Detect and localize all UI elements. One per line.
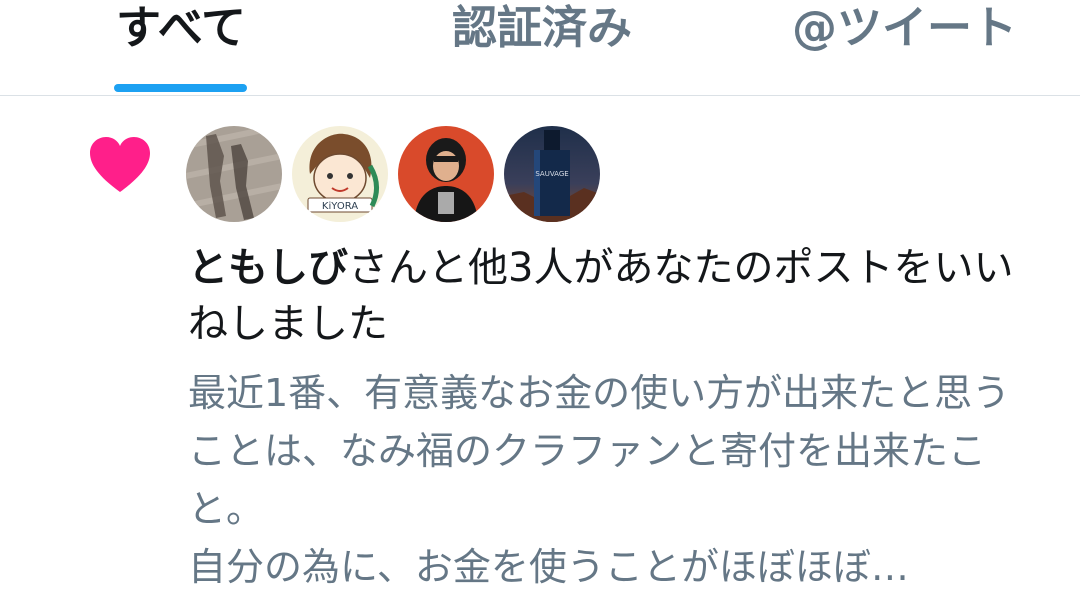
tab-all-label: すべて: [116, 1, 247, 54]
avatar-person-photo[interactable]: [398, 126, 494, 222]
person-photo-avatar-icon: [398, 126, 494, 222]
heart-icon: [90, 137, 150, 192]
notification-item[interactable]: KiYORA SAUVAGE ともしびさんと他3人があなたのポストをいいねしまし…: [0, 96, 1080, 598]
avatar-illustrated-face[interactable]: KiYORA: [292, 126, 388, 222]
perfume-bottle-avatar-icon: SAUVAGE: [504, 126, 600, 222]
tab-all[interactable]: すべて: [114, 0, 247, 95]
tab-verified[interactable]: 認証済み: [450, 0, 633, 95]
post-snippet[interactable]: 最近1番、有意義なお金の使い方が出来たと思うことは、なみ福のクラファンと寄付を出…: [188, 364, 1048, 596]
illustrated-face-avatar-icon: KiYORA: [292, 126, 388, 222]
tab-mentions-label: @ツイート: [792, 1, 1018, 54]
kiyora-label: KiYORA: [322, 201, 358, 212]
tab-bar: すべて 認証済み @ツイート: [0, 0, 1080, 96]
active-tab-indicator: [114, 84, 247, 92]
shadow-photo-avatar-icon: [186, 126, 282, 222]
notification-headline: ともしびさんと他3人があなたのポストをいいねしました: [188, 240, 1048, 352]
avatar-shadow-photo[interactable]: [186, 126, 282, 222]
liker-username[interactable]: ともしび: [188, 245, 348, 291]
avatar-perfume-bottle[interactable]: SAUVAGE: [504, 126, 600, 222]
tab-verified-label: 認証済み: [452, 1, 633, 54]
tab-mentions[interactable]: @ツイート: [790, 0, 1017, 95]
sauvage-label: SAUVAGE: [535, 170, 568, 178]
